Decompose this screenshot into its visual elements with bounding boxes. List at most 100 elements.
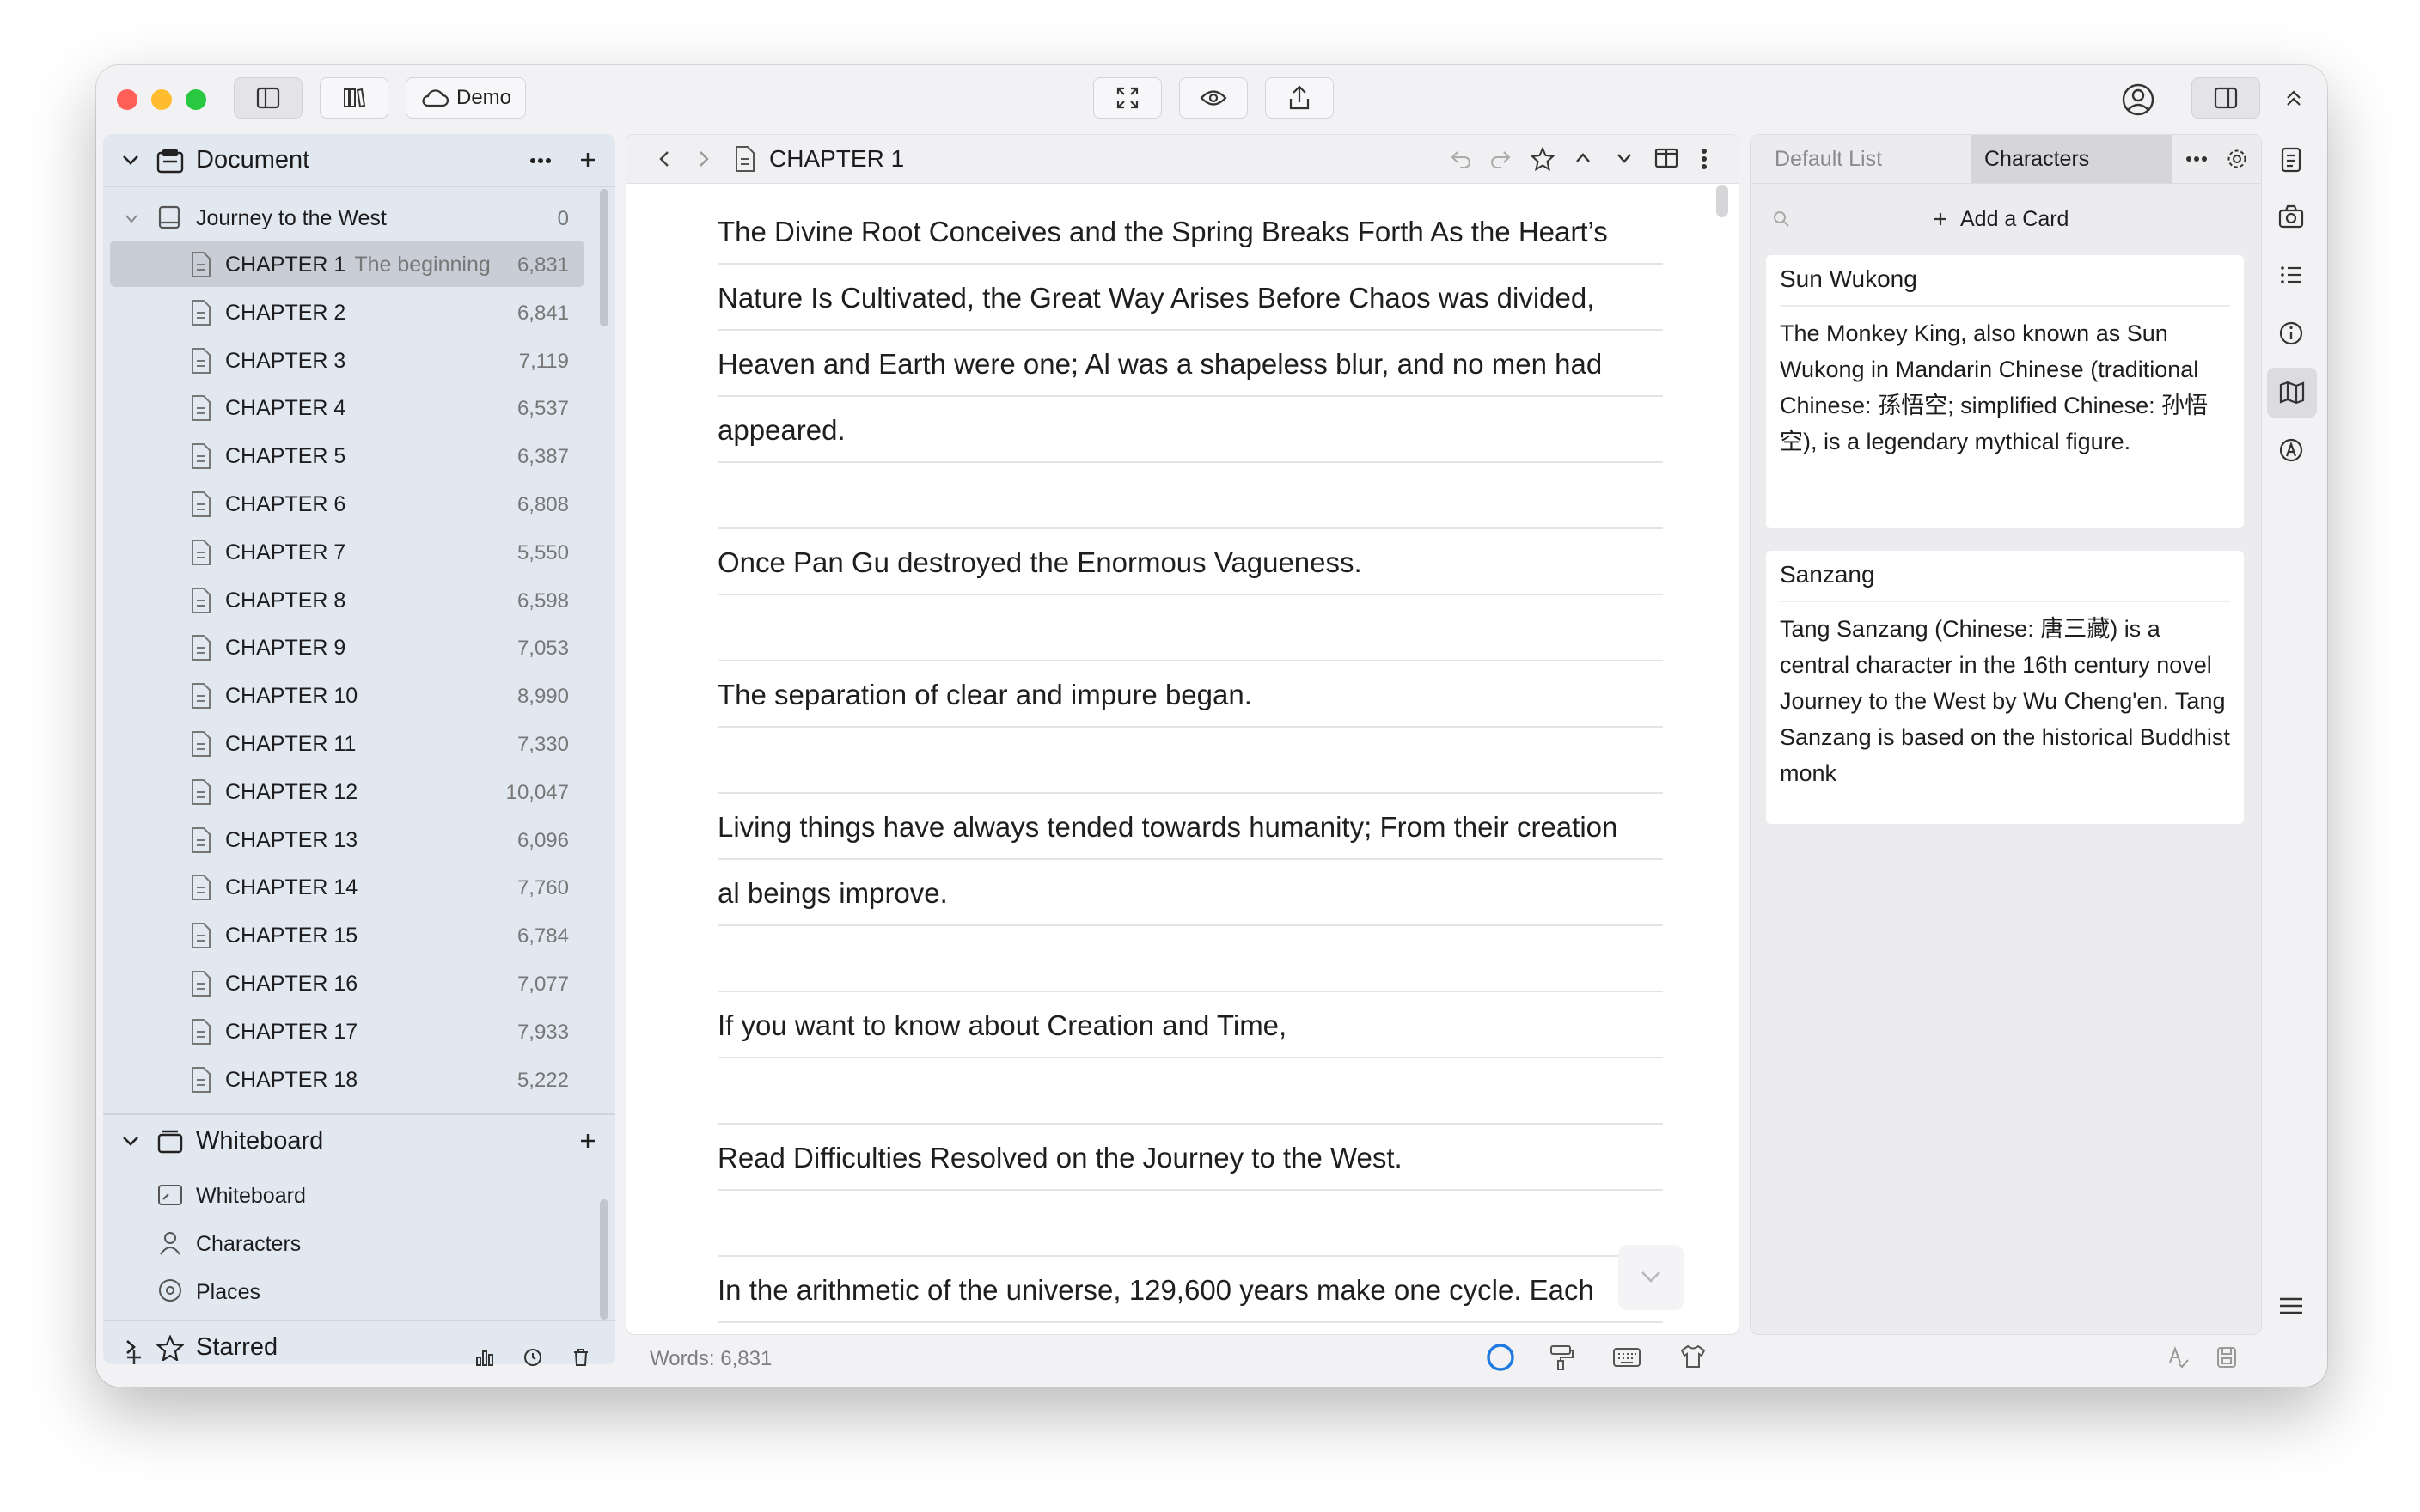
collapse-toolbar-button[interactable] — [2284, 88, 2303, 108]
add-item-icon[interactable] — [124, 1347, 144, 1368]
cards-view-button[interactable] — [2267, 368, 2317, 418]
format-painter-icon[interactable] — [1549, 1344, 1574, 1371]
chevron-down-icon[interactable] — [120, 1132, 141, 1149]
chapter-row[interactable]: CHAPTER 8 6,598 — [103, 576, 584, 623]
chapter-word-count: 7,760 — [516, 876, 569, 900]
progress-ring-icon[interactable] — [1485, 1342, 1516, 1373]
add-whiteboard-icon[interactable] — [578, 1131, 598, 1151]
chapter-row[interactable]: CHAPTER 2 6,841 — [103, 289, 584, 335]
chevron-down-small-icon[interactable] — [124, 213, 139, 225]
font-style-icon[interactable] — [2277, 436, 2305, 464]
document-icon — [192, 971, 211, 997]
more-options-icon[interactable] — [2185, 155, 2208, 162]
editor-line[interactable]: al beings improve. — [718, 860, 1663, 926]
editor-line[interactable]: Living things have always tended towards… — [718, 794, 1663, 860]
menu-icon[interactable] — [2277, 1292, 2305, 1320]
account-button[interactable] — [2121, 82, 2155, 117]
share-button[interactable] — [1265, 77, 1334, 119]
chapter-row[interactable]: CHAPTER 11 7,330 — [103, 720, 584, 766]
chapter-row[interactable]: CHAPTER 9 7,053 — [103, 624, 584, 670]
back-icon[interactable] — [657, 149, 671, 169]
chevron-down-icon[interactable] — [1615, 150, 1634, 166]
editor-line[interactable] — [718, 926, 1663, 992]
places-item[interactable]: Places — [103, 1268, 584, 1314]
minimize-button[interactable] — [151, 89, 172, 110]
chapter-row[interactable]: CHAPTER 18 5,222 — [103, 1056, 584, 1102]
library-button[interactable] — [320, 77, 388, 119]
editor-line[interactable]: The Divine Root Conceives and the Spring… — [718, 198, 1663, 265]
chapter-row[interactable]: CHAPTER 7 5,550 — [103, 528, 584, 575]
whiteboard-scrollbar[interactable] — [600, 1199, 608, 1320]
editor-line[interactable] — [718, 1058, 1663, 1125]
editor-line[interactable]: appeared. — [718, 397, 1663, 463]
editor-line[interactable]: In the arithmetic of the universe, 129,6… — [718, 1257, 1663, 1323]
chapter-row[interactable]: CHAPTER 5 6,387 — [103, 432, 584, 479]
info-icon[interactable] — [2277, 320, 2305, 347]
project-row[interactable]: Journey to the West 0 — [103, 194, 584, 241]
characters-item[interactable]: Characters — [103, 1220, 584, 1266]
spellcheck-icon[interactable] — [2167, 1345, 2190, 1369]
editor-line[interactable]: If you want to know about Creation and T… — [718, 992, 1663, 1058]
theme-shirt-icon[interactable] — [1679, 1344, 1707, 1369]
chapter-row[interactable]: CHAPTER 13 6,096 — [103, 816, 584, 863]
chapter-row[interactable]: CHAPTER 14 7,760 — [103, 863, 584, 910]
toggle-sidebar-button[interactable] — [234, 77, 302, 119]
keyboard-icon[interactable] — [1612, 1345, 1641, 1369]
editor-line[interactable] — [718, 463, 1663, 529]
camera-icon[interactable] — [2277, 203, 2305, 230]
save-icon[interactable] — [2215, 1345, 2238, 1369]
chapter-row[interactable]: CHAPTER 1 The beginning 6,831 — [110, 241, 584, 287]
forward-icon[interactable] — [697, 149, 711, 169]
preview-button[interactable] — [1179, 77, 1248, 119]
editor-content[interactable]: The Divine Root Conceives and the Spring… — [626, 183, 1739, 1334]
split-view-icon[interactable] — [1654, 147, 1678, 169]
editor-scrollbar[interactable] — [1716, 185, 1728, 217]
chapter-row[interactable]: CHAPTER 4 6,537 — [103, 384, 584, 430]
chapter-row[interactable]: CHAPTER 6 6,808 — [103, 480, 584, 527]
editor-line[interactable]: Heaven and Earth were one; Al was a shap… — [718, 331, 1663, 397]
tab-characters[interactable]: Characters — [1971, 135, 2172, 183]
chevron-down-icon[interactable] — [120, 151, 141, 168]
redo-icon[interactable] — [1489, 149, 1512, 169]
editor-line[interactable] — [718, 728, 1663, 794]
add-document-icon[interactable] — [578, 149, 598, 170]
chapter-row[interactable]: CHAPTER 12 10,047 — [103, 768, 584, 814]
star-icon[interactable] — [1531, 147, 1555, 171]
chapter-row[interactable]: CHAPTER 17 7,933 — [103, 1008, 584, 1054]
chapter-row[interactable]: CHAPTER 16 7,077 — [103, 960, 584, 1006]
document-scrollbar[interactable] — [600, 189, 608, 326]
whiteboard-section-header[interactable]: Whiteboard — [103, 1115, 615, 1167]
editor-line[interactable]: Nature Is Cultivated, the Great Way Aris… — [718, 265, 1663, 331]
scroll-down-button[interactable] — [1618, 1245, 1684, 1310]
zoom-button[interactable] — [186, 89, 206, 110]
close-button[interactable] — [117, 89, 138, 110]
statistics-icon[interactable] — [474, 1347, 495, 1368]
search-icon[interactable] — [1771, 209, 1792, 229]
whiteboard-item[interactable]: Whiteboard — [103, 1172, 584, 1218]
chevron-up-icon[interactable] — [1574, 150, 1592, 166]
focus-mode-button[interactable] — [1093, 77, 1162, 119]
toggle-right-panel-button[interactable] — [2191, 77, 2260, 119]
editor-line[interactable] — [718, 595, 1663, 662]
notes-icon[interactable] — [2277, 146, 2305, 174]
trash-icon[interactable] — [571, 1347, 591, 1368]
editor-line[interactable]: Once Pan Gu destroyed the Enormous Vague… — [718, 529, 1663, 595]
chapter-row[interactable]: CHAPTER 3 7,119 — [103, 337, 584, 383]
undo-icon[interactable] — [1450, 149, 1472, 169]
settings-gear-icon[interactable] — [2225, 147, 2249, 171]
chapter-row[interactable]: CHAPTER 10 8,990 — [103, 672, 584, 718]
more-vertical-icon[interactable] — [1701, 147, 1708, 171]
document-section-header[interactable]: Document — [103, 134, 615, 186]
tab-default-list[interactable]: Default List — [1751, 135, 1971, 183]
editor-line[interactable] — [718, 1191, 1663, 1257]
outline-list-icon[interactable] — [2277, 261, 2305, 289]
character-card[interactable]: Sun Wukong The Monkey King, also known a… — [1766, 255, 2244, 528]
more-options-icon[interactable] — [529, 157, 552, 164]
character-card[interactable]: Sanzang Tang Sanzang (Chinese: 唐三藏) is a… — [1766, 551, 2244, 824]
chapter-row[interactable]: CHAPTER 15 6,784 — [103, 911, 584, 958]
sync-demo-button[interactable]: Demo — [406, 77, 526, 119]
history-icon[interactable] — [522, 1347, 543, 1368]
editor-line[interactable]: The separation of clear and impure began… — [718, 662, 1663, 728]
add-card-button[interactable]: Add a Card — [1931, 204, 2069, 235]
editor-line[interactable]: Read Difficulties Resolved on the Journe… — [718, 1125, 1663, 1191]
